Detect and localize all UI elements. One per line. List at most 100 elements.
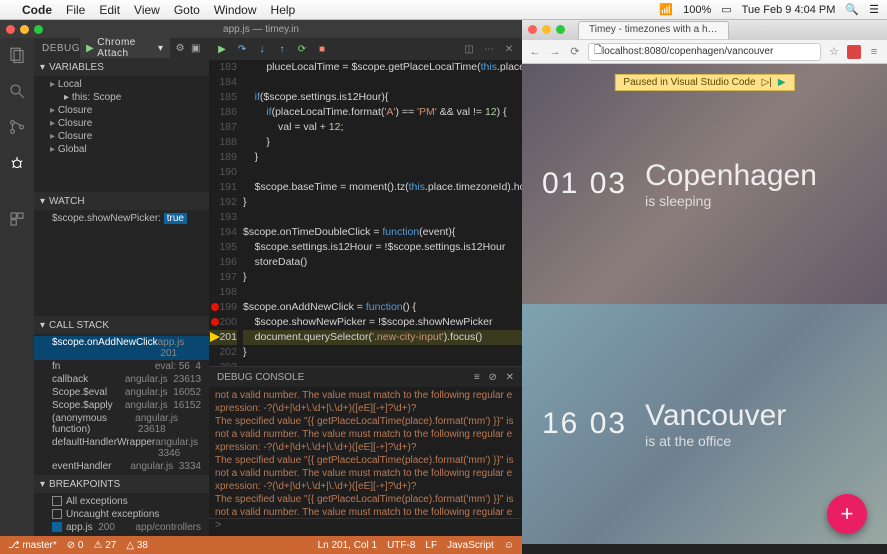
callstack-frame[interactable]: Scope.$evalangular.js 16052 [34,386,209,399]
menu-goto[interactable]: Goto [174,3,200,17]
gear-icon[interactable]: ⚙ [176,43,185,54]
code-editor[interactable]: 1831841851861871881891901911921931941951… [209,60,522,366]
add-city-button[interactable]: + [827,494,867,534]
section-callstack[interactable]: ▾CALL STACK [34,316,209,334]
callstack-frame[interactable]: $scope.onAddNewClickapp.js 201 [34,336,209,360]
watch-expr[interactable]: $scope.showNewPicker: true [34,212,209,225]
encoding[interactable]: UTF-8 [387,540,415,551]
bp-uncaught-exceptions[interactable]: Uncaught exceptions [34,508,209,521]
scope-closure[interactable]: Closure [34,130,209,143]
explorer-icon[interactable] [6,44,28,66]
debug-console: DEBUG CONSOLE ≡ ⊘ ✕ not a valid number. … [209,366,522,536]
continue-button[interactable]: ▶ [215,42,229,56]
bp-all-exceptions[interactable]: All exceptions [34,495,209,508]
menu-window[interactable]: Window [214,3,257,17]
menu-file[interactable]: File [66,3,85,17]
close-icon[interactable] [528,25,537,34]
debug-sidebar: DEBUG ▶Chrome Attach▾ ⚙ ▣ ▾VARIABLES Loc… [34,38,209,536]
git-branch[interactable]: ⎇ master* [8,540,57,551]
scope-closure[interactable]: Closure [34,104,209,117]
minimize-icon[interactable] [20,25,29,34]
language[interactable]: JavaScript [447,540,494,551]
address-bar[interactable]: 🗋 localhost:8080/copenhagen/vancouver [588,43,821,61]
step-icon[interactable]: ▷| [762,77,772,88]
battery-icon[interactable]: ▭ [721,3,731,16]
warnings-badge[interactable]: ⚠ 27 [93,540,116,551]
search-icon[interactable] [6,80,28,102]
console-input[interactable]: > [209,518,522,536]
git-icon[interactable] [6,116,28,138]
editor-group: ▶ ↷ ↓ ↑ ⟳ ■ ◫ ⋯ ✕ 1831841851861871881891… [209,38,522,536]
this-row[interactable]: ▸ this: Scope [34,91,209,104]
scope-global[interactable]: Global [34,143,209,156]
back-icon[interactable]: ← [528,45,542,59]
app-name[interactable]: Code [22,3,52,17]
current-line-icon [210,332,220,342]
city-status: is sleeping [645,193,817,209]
step-out-button[interactable]: ↑ [275,42,289,56]
menu-icon[interactable]: ≡ [867,45,881,59]
star-icon[interactable]: ☆ [827,45,841,59]
status-bar: ⎇ master* ⊘ 0 ⚠ 27 △ 38 Ln 201, Col 1 UT… [0,536,522,554]
profile-icon[interactable] [847,45,861,59]
wifi-icon[interactable]: 📶 [659,3,673,16]
extensions-icon[interactable] [6,208,28,230]
info-badge[interactable]: △ 38 [126,540,148,551]
cursor-pos[interactable]: Ln 201, Col 1 [318,540,378,551]
traffic-lights[interactable] [528,25,565,34]
split-editor-icon[interactable]: ◫ [462,42,476,56]
menubar-right: 📶 100% ▭ Tue Feb 9 4:04 PM 🔍 ☰ [659,3,879,16]
restart-button[interactable]: ⟳ [295,42,309,56]
close-icon[interactable] [6,25,15,34]
callstack-frame[interactable]: Scope.$applyangular.js 16152 [34,399,209,412]
launch-config[interactable]: ▶Chrome Attach▾ [80,38,170,60]
resume-icon[interactable]: ▶ [778,77,786,88]
activity-bar [0,38,34,536]
console-wrap-icon[interactable]: ≡ [474,372,480,383]
scope-closure[interactable]: Closure [34,117,209,130]
menu-edit[interactable]: Edit [99,3,120,17]
zoom-icon[interactable] [556,25,565,34]
browser-toolbar: ← → ⟳ 🗋 localhost:8080/copenhagen/vancou… [522,40,887,64]
section-breakpoints[interactable]: ▾BREAKPOINTS [34,475,209,493]
pause-banner[interactable]: Paused in Visual Studio Code ▷| ▶ [614,74,794,91]
errors-badge[interactable]: ⊘ 0 [67,540,84,551]
callstack-frame[interactable]: defaultHandlerWrapperangular.js 3346 [34,436,209,460]
reload-icon[interactable]: ⟳ [568,45,582,59]
console-output[interactable]: not a valid number. The value must match… [209,387,522,518]
zoom-icon[interactable] [34,25,43,34]
traffic-lights[interactable] [6,25,43,34]
callstack-frame[interactable]: callbackangular.js 23613 [34,373,209,386]
browser-tab[interactable]: Timey - timezones with a h… [578,21,729,39]
callstack-frame[interactable]: (anonymous function)angular.js 23618 [34,412,209,436]
forward-icon[interactable]: → [548,45,562,59]
menu-help[interactable]: Help [271,3,296,17]
scope-local[interactable]: Local [34,78,209,91]
stop-button[interactable]: ■ [315,42,329,56]
console-icon[interactable]: ▣ [191,43,201,54]
breakpoint-icon[interactable] [211,318,219,326]
menu-view[interactable]: View [134,3,160,17]
variables-tree[interactable]: Local [34,78,209,91]
console-close-icon[interactable]: ✕ [506,372,514,383]
breakpoint-icon[interactable] [211,303,219,311]
page-content: Paused in Visual Studio Code ▷| ▶ 01 03 … [522,64,887,554]
close-editor-icon[interactable]: ✕ [502,42,516,56]
eol[interactable]: LF [425,540,437,551]
step-into-button[interactable]: ↓ [255,42,269,56]
more-icon[interactable]: ⋯ [482,42,496,56]
debug-icon[interactable] [6,152,28,174]
console-clear-icon[interactable]: ⊘ [488,372,496,383]
feedback-icon[interactable]: ☺ [504,540,514,551]
city-card[interactable]: Paused in Visual Studio Code ▷| ▶ 01 03 … [522,64,887,304]
search-icon[interactable]: 🔍 [845,3,859,16]
section-variables[interactable]: ▾VARIABLES [34,58,209,76]
callstack-frame[interactable]: fneval: 56 4 [34,360,209,373]
step-over-button[interactable]: ↷ [235,42,249,56]
bp-file[interactable]: app.js 200app/controllers [34,521,209,534]
ide-title: app.js — timey.in [223,24,299,35]
minimize-icon[interactable] [542,25,551,34]
callstack-frame[interactable]: eventHandlerangular.js 3334 [34,460,209,473]
menu-icon[interactable]: ☰ [869,3,879,16]
section-watch[interactable]: ▾WATCH [34,192,209,210]
